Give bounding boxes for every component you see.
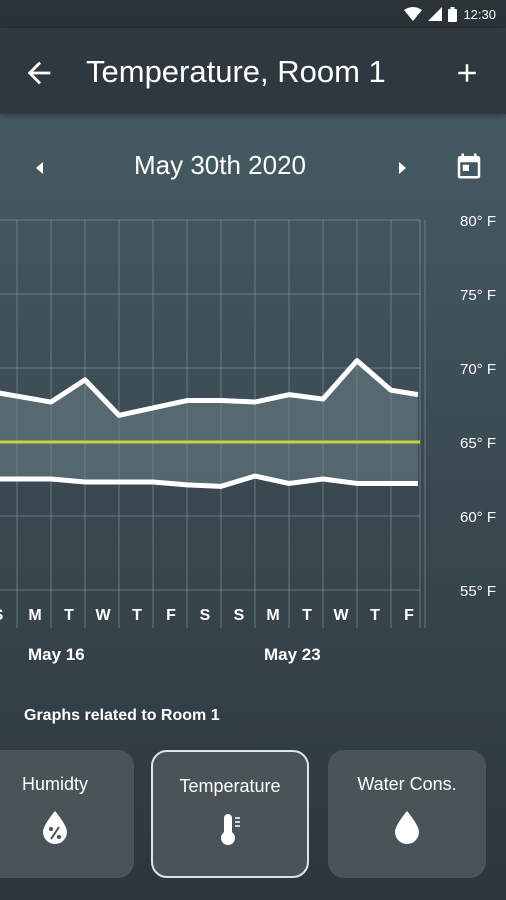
current-date: May 30th 2020 bbox=[133, 150, 306, 180]
signal-icon bbox=[428, 7, 443, 21]
week-label: May 16 bbox=[28, 645, 85, 664]
x-tick-label: S bbox=[234, 607, 245, 624]
y-tick-label: 75° F bbox=[460, 287, 496, 304]
back-arrow-icon[interactable] bbox=[22, 56, 56, 90]
x-tick-label: T bbox=[370, 607, 380, 624]
week-label: May 23 bbox=[264, 645, 321, 664]
status-bar: 12:30 bbox=[0, 0, 506, 28]
card-water[interactable]: Water Cons. bbox=[328, 750, 486, 878]
x-tick-label: M bbox=[28, 607, 41, 624]
add-icon[interactable] bbox=[452, 58, 482, 88]
humidity-drop-icon bbox=[43, 811, 67, 844]
x-tick-label: M bbox=[266, 607, 279, 624]
app-bar: Temperature, Room 1 bbox=[0, 28, 506, 114]
water-drop-icon bbox=[395, 811, 419, 844]
y-tick-label: 60° F bbox=[460, 509, 496, 526]
x-tick-label: W bbox=[95, 607, 111, 624]
related-graphs-list: Humidty Temperature Water Cons. bbox=[0, 750, 506, 880]
chevron-left-icon[interactable] bbox=[30, 158, 50, 178]
x-tick-label: F bbox=[166, 607, 176, 624]
x-tick-label: T bbox=[132, 607, 142, 624]
battery-icon bbox=[448, 6, 458, 22]
y-tick-label: 65° F bbox=[460, 435, 496, 452]
x-tick-label: W bbox=[333, 607, 349, 624]
wifi-icon bbox=[404, 7, 423, 21]
calendar-icon[interactable] bbox=[454, 150, 484, 182]
y-tick-label: 70° F bbox=[460, 361, 496, 378]
chevron-right-icon[interactable] bbox=[392, 158, 412, 178]
x-tick-label: T bbox=[64, 607, 74, 624]
card-temperature[interactable]: Temperature bbox=[151, 750, 309, 878]
range-fill bbox=[0, 360, 418, 487]
card-humidity-label: Humidty bbox=[21, 774, 88, 794]
temperature-chart: 80° F 75° F 70° F 65° F 60° F 55° F S M T W T F S S M T… bbox=[0, 213, 496, 664]
card-humidity[interactable]: Humidty bbox=[0, 750, 134, 878]
status-icons: 12:30 bbox=[404, 4, 496, 24]
x-tick-label: T bbox=[302, 607, 312, 624]
x-tick-label: S bbox=[0, 607, 4, 624]
related-graphs-title: Graphs related to Room 1 bbox=[24, 707, 220, 724]
x-tick-label: S bbox=[200, 607, 211, 624]
x-tick-label: F bbox=[404, 607, 414, 624]
y-tick-label: 80° F bbox=[460, 213, 496, 230]
y-tick-label: 55° F bbox=[460, 583, 496, 600]
page-title: Temperature, Room 1 bbox=[86, 54, 386, 89]
date-navigator: May 30th 2020 bbox=[0, 138, 506, 194]
thermometer-icon bbox=[221, 814, 240, 845]
status-time: 12:30 bbox=[463, 6, 496, 22]
card-temperature-label: Temperature bbox=[179, 776, 281, 796]
card-water-label: Water Cons. bbox=[357, 774, 457, 794]
